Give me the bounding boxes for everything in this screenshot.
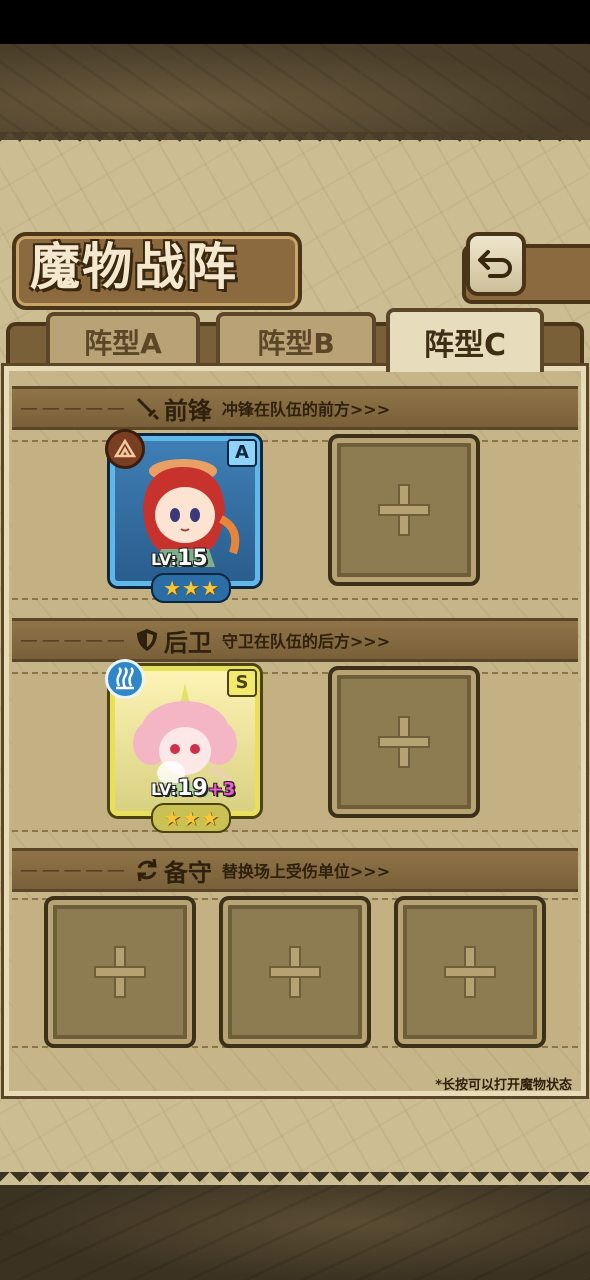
front-unit-card[interactable]: A LV:15 ★ ★ ★ xyxy=(105,429,260,603)
status-bar xyxy=(0,0,590,44)
section-name-rear: 后卫 xyxy=(163,627,212,657)
grade-badge: A xyxy=(227,439,257,467)
section-header-rear: — — — — — 后卫 守卫在队伍的后方>>> xyxy=(12,618,578,662)
level-label: LV:15 xyxy=(151,546,208,571)
torn-edge-top xyxy=(0,132,590,152)
tab-label: 阵型B xyxy=(257,327,335,360)
map-background-top xyxy=(0,44,590,144)
star-icon: ★ xyxy=(163,806,182,830)
grade-badge: S xyxy=(227,669,257,697)
empty-slot-reserve-3[interactable] xyxy=(394,896,546,1048)
star-rating: ★ ★ ★ xyxy=(151,573,231,603)
swap-icon xyxy=(137,858,157,882)
plus-icon xyxy=(378,716,430,768)
map-background-bottom xyxy=(0,1185,590,1280)
back-button[interactable] xyxy=(466,232,526,296)
empty-slot-reserve-1[interactable] xyxy=(44,896,196,1048)
section-header-front: — — — — — 前锋 冲锋在队伍的前方>>> xyxy=(12,386,578,430)
star-rating: ★ ★ ★ xyxy=(151,803,231,833)
tab-label: 阵型C xyxy=(423,328,507,363)
tab-formation-a[interactable]: 阵型A xyxy=(46,312,200,368)
plus-icon xyxy=(269,946,321,998)
water-element-icon xyxy=(105,659,145,699)
tab-formation-b[interactable]: 阵型B xyxy=(216,312,376,368)
level-bonus: +3 xyxy=(207,779,236,800)
front-row-band xyxy=(12,440,578,600)
level-label: LV:19+3 xyxy=(151,776,236,801)
section-desc-reserve: 替换场上受伤单位>>> xyxy=(221,862,391,881)
sword-icon xyxy=(136,397,159,421)
star-icon: ★ xyxy=(163,576,182,600)
torn-edge-bottom xyxy=(0,1172,590,1192)
plus-icon xyxy=(378,484,430,536)
section-name-reserve: 备守 xyxy=(163,857,212,887)
section-header-reserve: — — — — — 备守 替换场上受伤单位>>> xyxy=(12,848,578,892)
page-title: 魔物战阵 xyxy=(30,237,238,296)
shield-icon xyxy=(136,629,157,651)
section-desc-front: 冲锋在队伍的前方>>> xyxy=(221,400,391,419)
plus-icon xyxy=(94,946,146,998)
star-icon: ★ xyxy=(182,576,200,600)
section-name-front: 前锋 xyxy=(163,395,212,425)
rear-row-band xyxy=(12,672,578,832)
rear-unit-card[interactable]: S LV:19+3 ★ ★ ★ xyxy=(105,659,260,833)
star-icon: ★ xyxy=(182,806,200,830)
empty-slot-front-2[interactable] xyxy=(328,434,480,586)
star-icon: ★ xyxy=(200,806,219,830)
empty-slot-reserve-2[interactable] xyxy=(219,896,371,1048)
tab-label: 阵型A xyxy=(84,327,162,360)
star-icon: ★ xyxy=(200,576,219,600)
section-desc-rear: 守卫在队伍的后方>>> xyxy=(221,632,391,651)
hint-text: *长按可以打开魔物状态 xyxy=(435,1078,572,1093)
empty-slot-rear-2[interactable] xyxy=(328,666,480,818)
earth-element-icon xyxy=(105,429,145,469)
plus-icon xyxy=(444,946,496,998)
back-arrow-icon xyxy=(478,250,512,278)
tab-formation-c[interactable]: 阵型C xyxy=(386,308,544,372)
